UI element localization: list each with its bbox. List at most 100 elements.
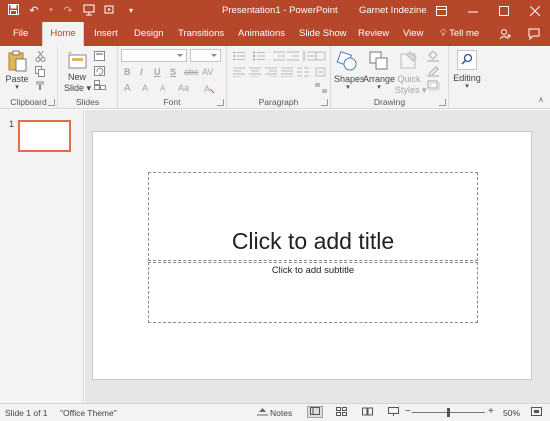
underline-button[interactable]: U <box>154 67 161 77</box>
tab-insert[interactable]: Insert <box>94 22 118 46</box>
increase-indent-icon[interactable] <box>287 51 299 61</box>
tab-view[interactable]: View <box>403 22 423 46</box>
bold-button[interactable]: B <box>124 67 131 77</box>
cut-icon[interactable] <box>35 50 46 62</box>
change-case-button[interactable]: Aa <box>178 83 189 93</box>
format-painter-icon[interactable] <box>35 80 46 90</box>
paste-button[interactable]: Paste ▾ <box>4 50 30 91</box>
layout-icon[interactable] <box>94 51 109 61</box>
minimize-icon[interactable] <box>457 0 488 22</box>
zoom-level[interactable]: 50% <box>503 408 520 418</box>
line-spacing-icon[interactable] <box>303 51 315 61</box>
font-color-button[interactable]: A <box>124 83 131 94</box>
smartart-icon[interactable] <box>315 83 327 93</box>
arrange-button[interactable]: Arrange ▾ <box>363 50 395 91</box>
clear-formatting-icon[interactable]: A <box>204 83 215 94</box>
clipboard-launcher-icon[interactable] <box>48 99 55 106</box>
font-launcher-icon[interactable] <box>217 99 224 106</box>
reading-view-icon[interactable] <box>361 407 374 418</box>
align-right-icon[interactable] <box>265 67 277 78</box>
slide-editing-area: Click to add title Click to add subtitle <box>85 110 550 403</box>
slide-show-view-icon[interactable] <box>387 407 400 418</box>
align-left-icon[interactable] <box>233 67 245 78</box>
save-icon[interactable] <box>6 4 20 18</box>
shape-fill-icon[interactable] <box>427 50 441 62</box>
shapes-icon <box>334 50 362 74</box>
drawing-group: Shapes ▾ Arrange ▾ Quick Styles ▾ Drawin… <box>331 46 449 109</box>
tab-file[interactable]: File <box>13 22 28 46</box>
editing-button[interactable]: Editing ▾ <box>451 50 483 90</box>
title-placeholder-text: Click to add title <box>231 228 395 254</box>
strikethrough-button[interactable]: abc <box>184 67 199 77</box>
tell-me-box[interactable]: 💡︎ Tell me <box>440 22 479 46</box>
shape-effects-icon[interactable] <box>427 80 441 91</box>
zoom-out-button[interactable]: − <box>405 406 411 417</box>
notes-icon[interactable] <box>256 407 269 418</box>
customize-qat-icon[interactable]: ▾ <box>124 4 138 18</box>
zoom-slider-thumb[interactable] <box>447 408 450 417</box>
slide-sorter-view-icon[interactable] <box>335 407 348 418</box>
new-slide-button[interactable]: New Slide ▾ <box>64 50 91 94</box>
slide-canvas[interactable]: Click to add title Click to add subtitle <box>92 131 532 380</box>
tab-design[interactable]: Design <box>134 22 164 46</box>
share-user-icon[interactable] <box>498 28 512 42</box>
editing-dropdown-icon: ▾ <box>465 83 469 90</box>
character-spacing-button[interactable]: AV <box>202 67 213 77</box>
shrink-font-button[interactable]: A <box>160 84 165 93</box>
copy-icon[interactable] <box>35 66 46 77</box>
font-name-dropdown[interactable] <box>121 49 187 62</box>
lightbulb-icon: 💡︎ <box>440 28 447 39</box>
font-size-dropdown[interactable] <box>190 49 221 62</box>
undo-icon[interactable]: ↶ <box>27 4 41 18</box>
quick-styles-icon <box>395 50 423 74</box>
tab-transitions[interactable]: Transitions <box>178 22 224 46</box>
quick-styles-button[interactable]: Quick Styles ▾ <box>395 50 427 96</box>
new-slide-label-1: New <box>67 72 86 82</box>
zoom-in-button[interactable]: + <box>488 406 494 417</box>
dropdown-arrow-icon[interactable]: ▾ <box>48 4 54 18</box>
columns-icon[interactable] <box>297 67 309 77</box>
slide-thumbnail[interactable] <box>18 120 71 152</box>
window-controls <box>426 0 550 22</box>
decrease-indent-icon[interactable] <box>273 51 285 61</box>
justify-icon[interactable] <box>281 67 293 78</box>
title-placeholder[interactable]: Click to add title <box>148 172 478 261</box>
slide-thumbnail-pane: 1 <box>0 110 84 403</box>
align-center-icon[interactable] <box>249 67 261 78</box>
reset-icon[interactable] <box>94 66 105 76</box>
align-text-icon[interactable] <box>315 67 327 77</box>
collapse-ribbon-icon[interactable]: ∧ <box>538 95 544 104</box>
italic-button[interactable]: I <box>140 67 143 77</box>
paragraph-launcher-icon[interactable] <box>321 99 328 106</box>
section-icon[interactable] <box>94 80 109 90</box>
drawing-launcher-icon[interactable] <box>439 99 446 106</box>
maximize-icon[interactable] <box>488 0 519 22</box>
quick-styles-label-1: Quick <box>397 74 421 84</box>
slideshow-from-start-icon[interactable] <box>82 4 96 18</box>
bullets-icon[interactable] <box>233 51 247 61</box>
clipboard-icon <box>4 50 30 74</box>
fit-to-window-icon[interactable] <box>530 407 543 418</box>
normal-view-icon[interactable] <box>307 406 323 418</box>
notes-button[interactable]: Notes <box>270 408 292 418</box>
grow-font-button[interactable]: A <box>142 83 148 93</box>
font-group: B I U S abc AV A A A Aa A Font <box>118 46 227 109</box>
arrange-dropdown-icon: ▾ <box>377 84 381 91</box>
comments-icon[interactable] <box>527 28 541 42</box>
tab-animations[interactable]: Animations <box>238 22 285 46</box>
ribbon-display-options-icon[interactable] <box>426 0 457 22</box>
shape-outline-icon[interactable] <box>427 66 441 77</box>
tab-slide-show[interactable]: Slide Show <box>299 22 347 46</box>
text-direction-icon[interactable] <box>315 51 327 61</box>
shadow-button[interactable]: S <box>170 67 176 77</box>
user-name[interactable]: Garnet Indezine <box>359 5 427 16</box>
redo-icon[interactable]: ↷ <box>61 4 75 18</box>
present-icon[interactable] <box>103 4 117 18</box>
tab-home[interactable]: Home <box>42 22 84 46</box>
shapes-button[interactable]: Shapes ▾ <box>334 50 365 91</box>
close-icon[interactable] <box>519 0 550 22</box>
tab-review[interactable]: Review <box>358 22 389 46</box>
numbering-icon[interactable] <box>253 51 267 61</box>
subtitle-placeholder[interactable]: Click to add subtitle <box>148 262 478 323</box>
subtitle-placeholder-text: Click to add subtitle <box>271 265 355 276</box>
